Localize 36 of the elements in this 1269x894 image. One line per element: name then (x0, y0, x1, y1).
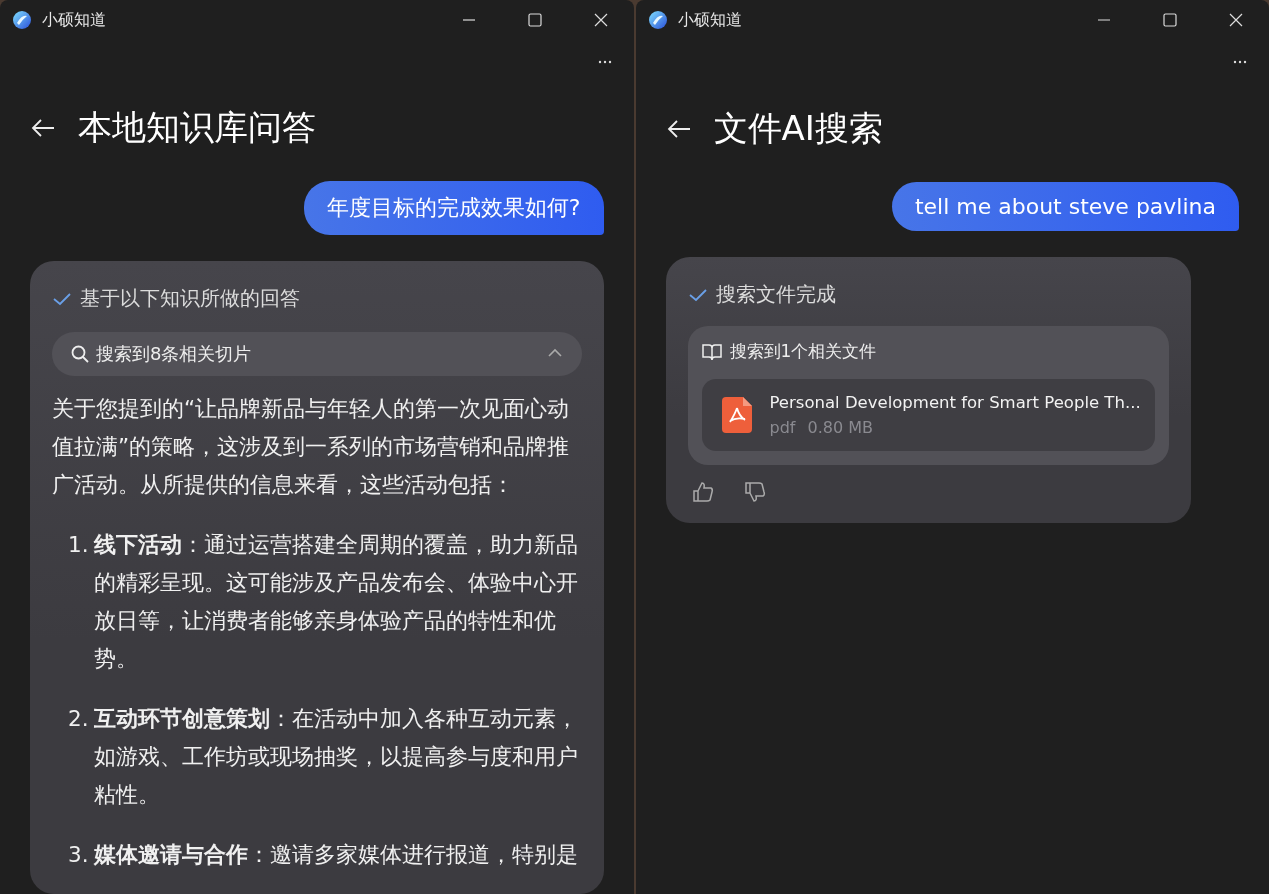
more-options-icon (1233, 60, 1247, 64)
page-title: 文件AI搜索 (713, 107, 883, 150)
file-type: pdf (769, 418, 796, 437)
check-icon (687, 286, 708, 303)
close-icon (1229, 13, 1243, 27)
list-number: 3. (68, 841, 90, 869)
list-item-text: 线下活动：通过运营搭建全周期的覆盖，助力新品的精彩呈现。这可能涉及产品发布会、体验中心开放日等，让消费者能够亲身体验产品的特性和优势。 (94, 531, 579, 673)
answer-status: 基于以下知识所做的回答 (80, 285, 300, 312)
more-options-icon (597, 60, 612, 64)
search-results-toggle[interactable]: 搜索到8条相关切片 (52, 332, 582, 376)
question-bubble: tell me about steve pavlina (891, 182, 1239, 231)
thumbs-down-button[interactable] (743, 481, 766, 503)
list-number: 2. (68, 705, 90, 733)
pdf-file-icon (721, 397, 752, 433)
maximize-icon (1163, 13, 1177, 27)
list-item-text: 媒体邀请与合作：邀请多家媒体进行报道，特别是 (94, 841, 578, 869)
list-number: 1. (68, 531, 90, 559)
answer-paragraph: 关于您提到的“让品牌新品与年轻人的第一次见面心动值拉满”的策略，这涉及到一系列的市场营销和品牌推广活动。从所提供的信息来看，这些活动包括： (52, 395, 571, 499)
window-title: 小硕知道 (42, 9, 106, 31)
file-item[interactable]: Personal Development for Smart People Th... pdf 0.80 MB (701, 379, 1155, 451)
window-title: 小硕知道 (677, 9, 742, 31)
close-icon (593, 13, 608, 27)
question-bubble: 年度目标的完成效果如何? (303, 181, 604, 235)
file-name: Personal Development for Smart People Th... (769, 393, 1141, 412)
list-item-text: 互动环节创意策划：在活动中加入各种互动元素，如游戏、工作坊或现场抽奖，以提高参与度和用户粘性。 (94, 705, 579, 809)
app-logo-icon (12, 10, 32, 30)
maximize-icon (527, 13, 542, 27)
results-count: 搜索到1个相关文件 (729, 340, 877, 363)
file-size: 0.80 MB (807, 418, 873, 437)
app-logo-icon (647, 10, 668, 30)
search-icon (70, 344, 90, 364)
book-icon (701, 342, 722, 361)
page-title: 本地知识库问答 (78, 106, 316, 149)
answer-status: 搜索文件完成 (715, 281, 836, 308)
check-icon (52, 290, 72, 307)
thumbs-up-button[interactable] (691, 481, 714, 503)
